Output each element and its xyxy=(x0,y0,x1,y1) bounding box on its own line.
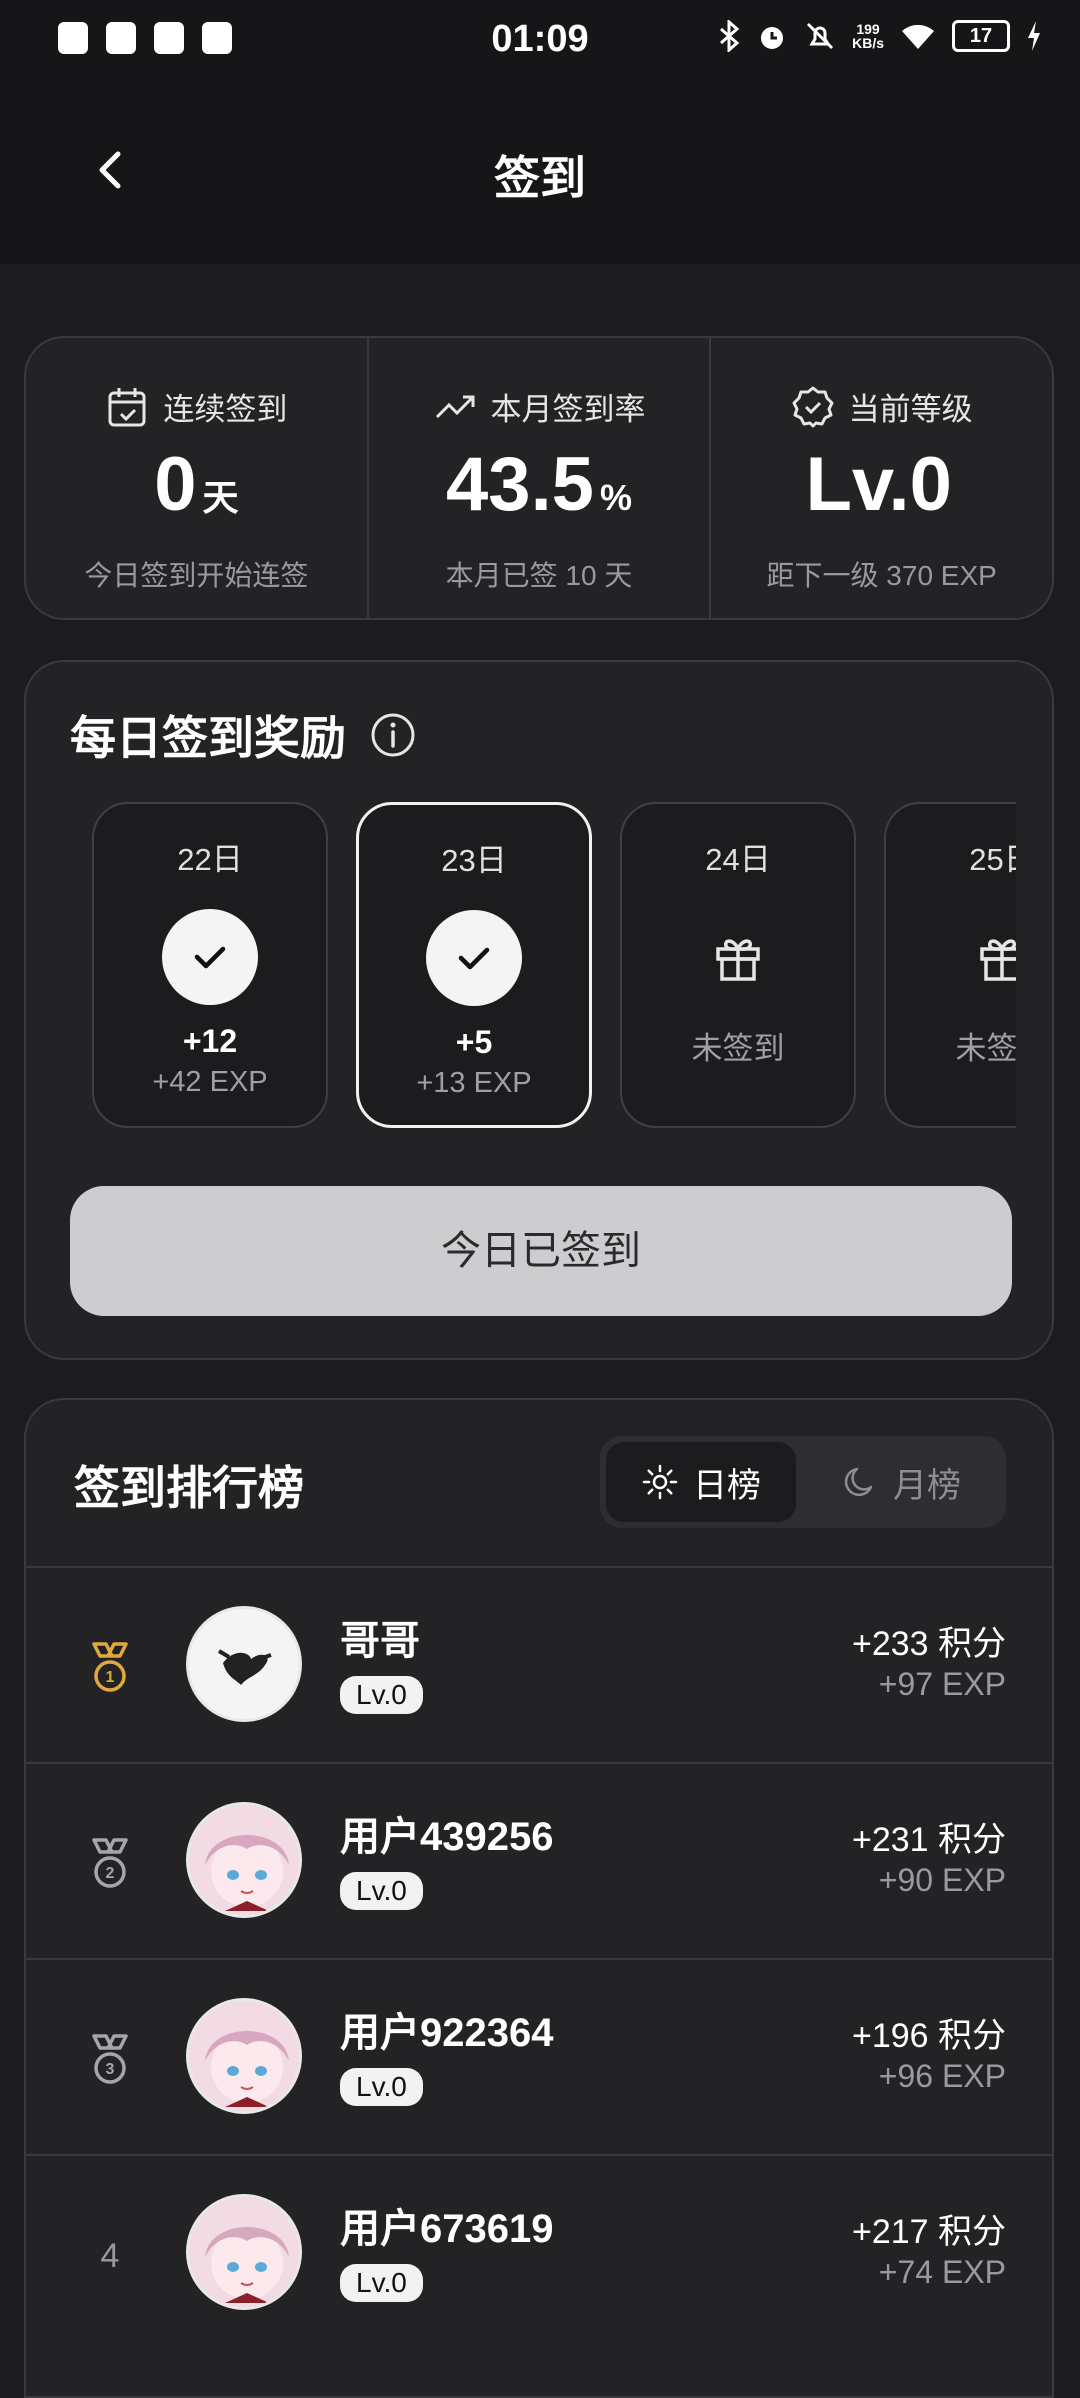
stats-card: 连续签到 0天 今日签到开始连签 本月签到率 43.5% 本月已签 10 天 当… xyxy=(24,336,1054,620)
silver-medal-icon: 3 xyxy=(92,2034,128,2084)
day-points: +5 xyxy=(455,1024,493,1060)
tab-monthly[interactable]: 月榜 xyxy=(806,1442,996,1522)
avatar[interactable] xyxy=(186,1998,302,2114)
stat-label: 本月签到率 xyxy=(490,392,646,427)
stat-streak: 连续签到 0天 今日签到开始连签 xyxy=(26,338,367,618)
ranking-toggle: 日榜 月榜 xyxy=(600,1436,1006,1528)
charging-icon xyxy=(1028,21,1040,51)
stat-value: 0 xyxy=(154,442,197,527)
net-speed: 199 KB/s xyxy=(852,21,884,51)
check-icon xyxy=(426,910,522,1006)
gold-medal-icon: 1 xyxy=(92,1642,128,1692)
user-name: 用户922364 xyxy=(340,2011,554,2055)
rank-position: 3 xyxy=(80,2030,140,2090)
check-icon xyxy=(162,909,258,1005)
status-bar: 01:09 199 KB/s 17 xyxy=(0,0,1080,80)
day-status: 未签到 xyxy=(955,1031,1017,1066)
level-badge: Lv.0 xyxy=(340,2068,423,2106)
tab-daily[interactable]: 日榜 xyxy=(606,1442,796,1522)
mute-icon xyxy=(807,22,834,50)
user-name: 哥哥 xyxy=(340,1619,420,1663)
day-card[interactable]: 24日 未签到 xyxy=(620,802,856,1128)
ranking-row[interactable]: 1 哥哥 Lv.0 +233 积分 +97 EXP xyxy=(26,1566,1052,1762)
rank-number: 1 xyxy=(106,1669,115,1686)
rank-number: 3 xyxy=(106,2061,115,2078)
day-points: +12 xyxy=(182,1023,238,1059)
rank-number: 2 xyxy=(106,1865,115,1882)
app-header: 签到 xyxy=(0,80,1080,264)
gift-icon xyxy=(690,909,786,1005)
moon-icon xyxy=(844,1467,873,1497)
rank-position: 2 xyxy=(80,1834,140,1894)
stat-label: 连续签到 xyxy=(163,392,288,427)
user-points: +196 积分 xyxy=(851,2017,1006,2055)
ranking-list: 1 哥哥 Lv.0 +233 积分 +97 EXP 2 用户439256 Lv.… xyxy=(26,1566,1052,2350)
day-status: 未签到 xyxy=(691,1031,785,1066)
rank-number: 4 xyxy=(100,2236,120,2275)
ranking-title: 签到排行榜 xyxy=(74,1462,304,1514)
stat-monthly-rate: 本月签到率 43.5% 本月已签 10 天 xyxy=(366,338,710,618)
user-exp: +74 EXP xyxy=(878,2254,1006,2290)
trending-up-icon xyxy=(435,395,474,418)
user-points: +231 积分 xyxy=(851,1821,1006,1859)
silver-medal-icon: 2 xyxy=(92,1838,128,1888)
stat-sub: 今日签到开始连签 xyxy=(84,560,309,591)
signed-in-button[interactable]: 今日已签到 xyxy=(70,1186,1012,1316)
daily-reward-card: 每日签到奖励 22日 +12 +42 EXP 23日 +5 +13 EXP 24… xyxy=(24,660,1054,1360)
wifi-icon xyxy=(902,24,934,49)
info-icon[interactable] xyxy=(370,712,416,758)
ranking-row[interactable]: 3 用户922364 Lv.0 +196 积分 +96 EXP xyxy=(26,1958,1052,2154)
stat-value: Lv.0 xyxy=(805,442,952,527)
day-date: 22日 xyxy=(177,842,243,877)
rank-position: 1 xyxy=(80,1638,140,1698)
stat-unit: 天 xyxy=(202,477,239,518)
user-points: +233 积分 xyxy=(851,1625,1006,1663)
day-exp: +13 EXP xyxy=(416,1067,532,1099)
day-date: 23日 xyxy=(441,843,507,878)
page-title: 签到 xyxy=(494,152,586,204)
user-points: +217 积分 xyxy=(851,2213,1006,2251)
user-name: 用户439256 xyxy=(340,1815,554,1859)
day-date: 24日 xyxy=(705,842,771,877)
stat-level: 当前等级 Lv.0 距下一级 370 EXP xyxy=(709,338,1052,618)
user-name: 用户673619 xyxy=(340,2207,554,2251)
avatar[interactable] xyxy=(186,2194,302,2310)
level-badge: Lv.0 xyxy=(340,1872,423,1910)
level-badge: Lv.0 xyxy=(340,1676,423,1714)
day-card[interactable]: 22日 +12 +42 EXP xyxy=(92,802,328,1128)
day-card-today[interactable]: 23日 +5 +13 EXP xyxy=(356,802,592,1128)
avatar[interactable] xyxy=(186,1606,302,1722)
day-card[interactable]: 25日 未签到 xyxy=(884,802,1016,1128)
battery-icon: 17 xyxy=(952,20,1010,52)
badge-check-icon xyxy=(792,386,834,427)
user-exp: +97 EXP xyxy=(878,1666,1006,1702)
status-right: 199 KB/s 17 xyxy=(718,20,1042,52)
level-badge: Lv.0 xyxy=(340,2264,423,2302)
stat-label: 当前等级 xyxy=(848,392,973,427)
stat-value: 43.5 xyxy=(446,442,594,527)
reward-title: 每日签到奖励 xyxy=(70,712,346,764)
stat-unit: % xyxy=(599,477,632,518)
gift-icon xyxy=(954,909,1016,1005)
tab-label: 日榜 xyxy=(693,1466,761,1505)
alarm-icon xyxy=(761,27,784,49)
stat-sub: 本月已签 10 天 xyxy=(445,560,633,591)
sun-icon xyxy=(642,1464,678,1500)
tab-label: 月榜 xyxy=(893,1466,961,1505)
back-arrow-icon[interactable] xyxy=(80,140,140,200)
ranking-card: 签到排行榜 日榜 月榜 1 哥哥 Lv.0 +233 积分 +97 EXP 2 xyxy=(24,1398,1054,2398)
ranking-row[interactable]: 4 用户673619 Lv.0 +217 积分 +74 EXP xyxy=(26,2154,1052,2350)
calendar-check-icon xyxy=(108,387,146,426)
ranking-row[interactable]: 2 用户439256 Lv.0 +231 积分 +90 EXP xyxy=(26,1762,1052,1958)
avatar[interactable] xyxy=(186,1802,302,1918)
days-strip[interactable]: 22日 +12 +42 EXP 23日 +5 +13 EXP 24日 未签到 2… xyxy=(92,802,1016,1132)
day-exp: +42 EXP xyxy=(152,1066,268,1098)
bluetooth-icon xyxy=(720,20,740,52)
user-exp: +96 EXP xyxy=(878,2058,1006,2094)
stat-sub: 距下一级 370 EXP xyxy=(766,560,997,591)
user-exp: +90 EXP xyxy=(878,1862,1006,1898)
day-date: 25日 xyxy=(969,842,1016,877)
